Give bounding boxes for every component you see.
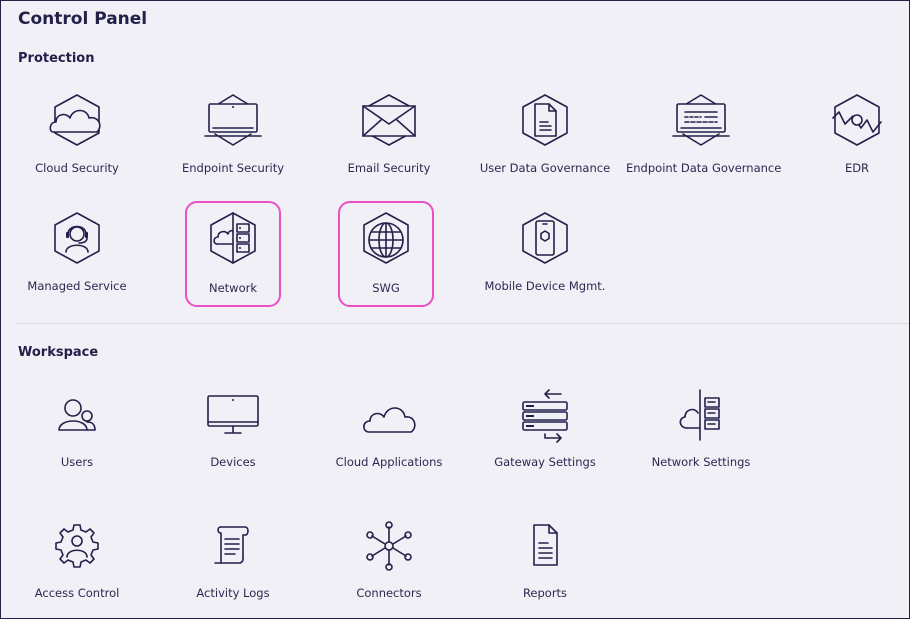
tile-endpoint-data-governance[interactable]: Endpoint Data Governance [626, 92, 782, 192]
tile-label: Cloud Applications [335, 455, 443, 469]
workspace-section-title: Workspace [18, 345, 99, 360]
tile-mobile-device-mgmt[interactable]: Mobile Device Mgmt. [470, 210, 620, 310]
tile-email-security[interactable]: Email Security [314, 92, 464, 192]
tile-label: Network [208, 281, 258, 295]
tile-cloud-applications[interactable]: Cloud Applications [314, 388, 464, 488]
gateway-icon [515, 388, 575, 444]
laptop-hex-icon [203, 92, 263, 148]
page-title: Control Panel [18, 9, 148, 29]
tile-label: Endpoint Security [181, 161, 285, 175]
tile-users[interactable]: Users [2, 388, 152, 488]
network-hex-icon [203, 210, 263, 266]
report-icon [515, 519, 575, 575]
tile-label: Gateway Settings [494, 455, 596, 469]
globe-hex-icon [356, 210, 416, 266]
tile-label: Connectors [356, 586, 422, 600]
cloud-icon [359, 388, 419, 444]
tile-access-control[interactable]: Access Control [2, 519, 152, 619]
tile-label: Reports [522, 586, 568, 600]
tile-label: Devices [210, 455, 256, 469]
cloud-hex-icon [47, 92, 107, 148]
user-gear-icon [47, 519, 107, 575]
tile-label: Cloud Security [35, 161, 119, 175]
tile-connectors[interactable]: Connectors [314, 519, 464, 619]
users-icon [47, 388, 107, 444]
tile-endpoint-security[interactable]: Endpoint Security [158, 92, 308, 192]
monitor-icon [203, 388, 263, 444]
tile-edr[interactable]: EDR [782, 92, 910, 192]
tile-label: Endpoint Data Governance [626, 161, 782, 175]
tile-label: Network Settings [651, 455, 751, 469]
scroll-icon [203, 519, 263, 575]
tile-label: Activity Logs [196, 586, 270, 600]
tile-label: Mobile Device Mgmt. [484, 279, 606, 293]
edr-hex-icon [827, 92, 887, 148]
tile-gateway-settings[interactable]: Gateway Settings [470, 388, 620, 488]
tile-user-data-governance[interactable]: User Data Governance [470, 92, 620, 192]
tile-label: SWG [372, 281, 400, 295]
tile-network-settings[interactable]: Network Settings [626, 388, 776, 488]
cloud-server-icon [671, 388, 731, 444]
mobile-hex-icon [515, 210, 575, 266]
tile-activity-logs[interactable]: Activity Logs [158, 519, 308, 619]
protection-section-title: Protection [18, 51, 95, 66]
headset-hex-icon [47, 210, 107, 266]
laptop-document-hex-icon [671, 92, 731, 148]
tile-label: Managed Service [27, 279, 127, 293]
tile-reports[interactable]: Reports [470, 519, 620, 619]
tile-label: Access Control [34, 586, 120, 600]
tile-swg[interactable]: SWG [338, 201, 434, 307]
tile-label: Email Security [347, 161, 431, 175]
tile-devices[interactable]: Devices [158, 388, 308, 488]
hub-icon [359, 519, 419, 575]
envelope-hex-icon [359, 92, 419, 148]
tile-network[interactable]: Network [185, 201, 281, 307]
tile-cloud-security[interactable]: Cloud Security [2, 92, 152, 192]
tile-label: Users [60, 455, 94, 469]
document-hex-icon [515, 92, 575, 148]
section-divider [17, 323, 909, 324]
tile-label: EDR [844, 161, 870, 175]
tile-managed-service[interactable]: Managed Service [2, 210, 152, 310]
tile-label: User Data Governance [479, 161, 611, 175]
